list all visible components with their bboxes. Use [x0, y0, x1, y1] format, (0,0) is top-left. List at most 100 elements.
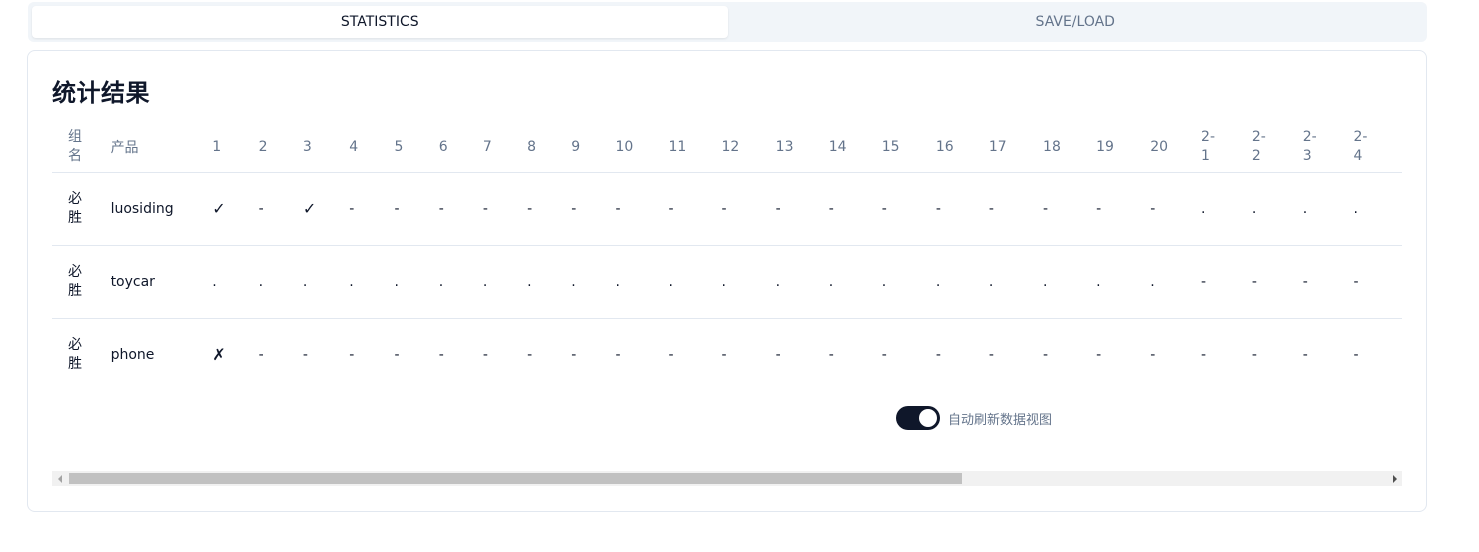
result-cell: - [775, 172, 829, 246]
column-header: 13 [776, 122, 829, 172]
column-header-label: 2-2 [1251, 128, 1266, 164]
result-mark: - [349, 200, 355, 217]
table-row: 必胜toycar....................------- [52, 245, 1402, 319]
result-cell: . [721, 245, 776, 319]
result-mark: - [1043, 200, 1049, 217]
result-cell: - [1096, 172, 1151, 246]
column-header: 7 [483, 122, 527, 172]
result-cell: - [1252, 318, 1303, 391]
result-cell: . [935, 245, 989, 319]
result-mark: . [775, 273, 781, 290]
result-mark: - [258, 346, 264, 363]
result-cell: - [776, 318, 829, 391]
toggle-knob [919, 409, 937, 427]
horizontal-scrollbar[interactable] [52, 471, 1402, 486]
scroll-right-arrow[interactable] [1387, 471, 1402, 486]
result-cell: - [1354, 318, 1402, 391]
result-mark: . [1302, 200, 1308, 217]
result-mark: - [988, 346, 994, 363]
result-mark: . [881, 273, 887, 290]
result-mark: - [668, 200, 674, 217]
result-mark: . [302, 273, 308, 290]
result-cell: - [881, 172, 936, 246]
column-header-label: 18 [1043, 138, 1061, 155]
result-cell: . [394, 245, 439, 319]
tab-statistics[interactable]: STATISTICS [32, 6, 728, 38]
column-header-label: 12 [721, 138, 740, 155]
result-cell: - [1201, 318, 1252, 391]
column-header-product: 产品 [110, 139, 139, 156]
column-header: 10 [615, 122, 668, 172]
result-mark: . [1251, 200, 1257, 217]
column-header-label: 16 [935, 138, 954, 155]
column-header: 2-4 [1354, 122, 1402, 172]
result-mark: - [1096, 346, 1102, 363]
scroll-left-arrow[interactable] [52, 471, 67, 486]
result-mark: - [527, 346, 533, 363]
result-cell: - [303, 318, 349, 391]
result-cell: . [1150, 245, 1202, 319]
result-mark: . [1150, 273, 1155, 290]
column-header-label: 8 [527, 138, 536, 155]
column-header: 17 [989, 122, 1043, 172]
result-mark: - [394, 346, 400, 363]
result-cell: - [1302, 245, 1354, 319]
result-cell: - [1251, 245, 1303, 319]
result-mark: - [438, 346, 444, 363]
column-header: 4 [349, 122, 394, 172]
result-cell: - [882, 318, 936, 391]
result-cell: . [881, 245, 936, 319]
result-cell: - [615, 318, 668, 391]
result-cell: - [349, 318, 394, 391]
result-mark: - [1201, 346, 1207, 363]
result-cell: . [615, 245, 669, 319]
column-header-label: 14 [828, 138, 847, 155]
scrollbar-thumb[interactable] [69, 473, 962, 484]
result-cell: . [527, 245, 572, 319]
group-cell: 必胜 [52, 245, 111, 319]
result-mark: - [828, 200, 834, 217]
auto-refresh-toggle[interactable] [896, 406, 940, 430]
column-header: 2-2 [1252, 122, 1303, 172]
column-header-label: 4 [349, 138, 359, 155]
column-header: 12 [722, 122, 776, 172]
result-mark: - [527, 200, 533, 217]
result-mark: . [527, 273, 532, 290]
statistics-table: 组名 产品 1 2 3 4 5 6 7 8 9 10 11 12 13 14 15 16 17 18 19 20 2-1… [52, 122, 1402, 391]
result-cell: - [1201, 245, 1252, 319]
result-mark: - [1043, 346, 1049, 363]
tab-save-load[interactable]: SAVE/LOAD [728, 6, 1424, 38]
group-cell: 必胜 [52, 172, 111, 246]
column-header: 2-1 [1201, 122, 1252, 172]
result-cell: - [395, 318, 439, 391]
result-cell: . [828, 245, 882, 319]
column-header-label: 19 [1096, 138, 1114, 155]
result-mark: . [258, 273, 264, 290]
result-mark: - [988, 200, 994, 217]
result-mark: - [935, 200, 941, 217]
result-mark: - [302, 346, 308, 363]
column-header: 20 [1150, 122, 1201, 172]
statistics-table-container: 组名 产品 1 2 3 4 5 6 7 8 9 10 11 12 13 14 15 16 17 18 19 20 2-1… [52, 122, 1402, 392]
column-header: 8 [527, 122, 571, 172]
column-header-label: 1 [212, 138, 222, 155]
column-header-label: 17 [988, 138, 1007, 155]
result-cell: - [988, 172, 1044, 246]
group-cell: 必胜 [52, 318, 111, 391]
column-header-label: 15 [881, 138, 900, 155]
result-mark: . [935, 273, 941, 290]
auto-refresh-label: 自动刷新数据视图 [948, 412, 1053, 428]
result-cell: - [936, 318, 989, 391]
tab-bar: STATISTICS SAVE/LOAD [28, 2, 1427, 42]
result-mark: - [571, 200, 577, 217]
result-cell: - [482, 172, 528, 246]
column-header: 11 [668, 122, 721, 172]
result-cell: . [775, 245, 829, 319]
card-title: 统计结果 [52, 79, 150, 107]
result-cell: . [258, 245, 303, 319]
result-cell: - [1043, 318, 1096, 391]
result-cell: . [302, 245, 350, 319]
result-cell: - [722, 318, 776, 391]
column-header-label: 3 [302, 138, 312, 155]
column-header-label: 5 [394, 138, 404, 155]
